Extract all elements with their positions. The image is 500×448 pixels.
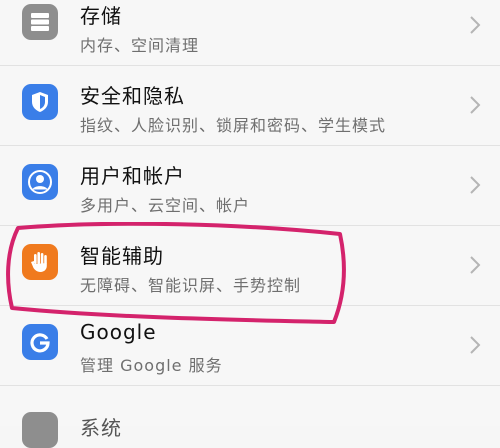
settings-item-smart-assist[interactable]: 智能辅助 无障碍、智能识屏、手势控制 — [0, 226, 500, 306]
settings-item-system[interactable]: 系统 — [0, 386, 500, 448]
settings-item-subtitle: 内存、空间清理 — [80, 36, 200, 55]
settings-item-title: 用户和帐户 — [80, 164, 185, 188]
settings-item-google[interactable]: Google 管理 Google 服务 — [0, 306, 500, 386]
settings-list: 存储 内存、空间清理 安全和隐私 指纹、人脸识别、锁屏和密码、学生模式 用户和帐… — [0, 0, 500, 448]
settings-item-storage[interactable]: 存储 内存、空间清理 — [0, 0, 500, 66]
chevron-right-icon — [470, 16, 481, 34]
shield-icon — [22, 84, 58, 120]
settings-item-title: 存储 — [80, 4, 122, 28]
chevron-right-icon — [470, 176, 481, 194]
user-icon — [22, 164, 58, 200]
settings-item-subtitle: 多用户、云空间、帐户 — [80, 196, 251, 215]
google-icon — [22, 324, 58, 360]
settings-item-subtitle: 无障碍、智能识屏、手势控制 — [80, 276, 302, 295]
settings-item-title: 智能辅助 — [80, 244, 164, 268]
chevron-right-icon — [470, 96, 481, 114]
settings-item-title: 安全和隐私 — [80, 84, 185, 108]
settings-item-security[interactable]: 安全和隐私 指纹、人脸识别、锁屏和密码、学生模式 — [0, 66, 500, 146]
chevron-right-icon — [470, 256, 481, 274]
hand-icon — [22, 244, 58, 280]
settings-item-accounts[interactable]: 用户和帐户 多用户、云空间、帐户 — [0, 146, 500, 226]
settings-item-title: Google — [80, 320, 157, 344]
settings-item-subtitle: 管理 Google 服务 — [80, 356, 223, 375]
storage-icon — [22, 4, 58, 40]
settings-item-subtitle: 指纹、人脸识别、锁屏和密码、学生模式 — [80, 116, 387, 135]
system-icon — [22, 412, 58, 448]
settings-item-title: 系统 — [80, 416, 122, 440]
chevron-right-icon — [470, 336, 481, 354]
